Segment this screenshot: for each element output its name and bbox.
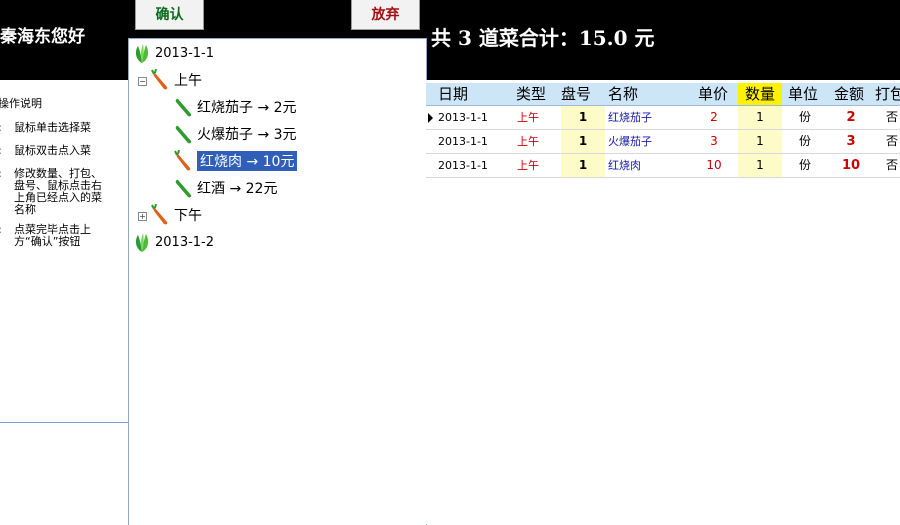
cell-type: 上午 [517,159,539,172]
grid-header: 日期 类型 盘号 名称 单价 数量 单位 金额 打包 [426,83,900,106]
cell-unit: 份 [799,134,812,148]
divider [0,422,128,423]
cell-amount: 2 [846,110,856,125]
dish-label: 红烧肉 → 10元 [195,150,299,172]
col-header-name[interactable]: 名称 [608,83,638,105]
collapse-icon[interactable]: − [138,77,147,86]
tree-node-dish-selected[interactable]: 红烧肉 → 10元 [174,150,299,172]
cell-type: 上午 [517,111,539,124]
col-header-amount[interactable]: 金额 [834,83,864,105]
tree-node-session-pm[interactable]: 下午 [151,204,202,226]
cell-plate[interactable]: 1 [561,154,605,177]
tree-node-date[interactable]: 2013-1-2 [132,231,214,253]
cell-pack[interactable]: 否 [886,130,898,153]
carrot-icon [151,69,171,91]
cucumber-icon [174,96,194,118]
cell-price: 10 [706,158,722,172]
cell-unit: 份 [799,158,812,172]
col-header-plate[interactable]: 盘号 [561,83,591,105]
tree-node-label: 2013-1-1 [155,45,215,61]
cell-plate[interactable]: 1 [561,130,605,153]
col-header-qty[interactable]: 数量 [738,83,782,105]
tree-node-dish[interactable]: 红酒 → 22元 [174,177,277,199]
vegetable-icon [132,231,152,253]
dish-label: 红酒 → 22元 [197,181,278,197]
cell-price: 3 [710,134,718,148]
cucumber-icon [174,177,194,199]
help-panel: 操作说明 : 鼠标单击选择菜 : 鼠标双击点入菜 : 修改数量、打包、盘号、鼠标… [0,80,128,524]
cell-unit: 份 [799,110,812,124]
help-item: : 鼠标单击选择菜 [0,121,91,134]
cell-amount: 10 [841,158,861,173]
help-item: : 鼠标双击点入菜 [0,144,91,157]
carrot-icon [151,204,171,226]
cell-name[interactable]: 红烧肉 [608,154,641,177]
cell-name[interactable]: 红烧茄子 [608,106,652,129]
dish-label: 火爆茄子 → 3元 [197,127,297,143]
cell-date: 2013-1-1 [438,111,488,124]
user-greeting: 秦海东您好 [0,27,85,47]
cell-qty[interactable]: 1 [738,106,782,129]
confirm-button[interactable]: 确认 [135,0,204,30]
tree-node-session-am[interactable]: 上午 [151,69,202,91]
cell-type: 上午 [517,135,539,148]
col-header-date[interactable]: 日期 [438,83,468,105]
carrot-icon [174,150,194,172]
col-header-unit[interactable]: 单位 [788,83,818,105]
cell-qty[interactable]: 1 [738,130,782,153]
expand-icon[interactable]: + [138,212,147,221]
cucumber-icon [174,123,194,145]
cell-price: 2 [710,110,718,124]
col-header-type[interactable]: 类型 [516,83,546,105]
cell-amount: 3 [846,134,856,149]
tree-node-label: 下午 [174,208,202,224]
order-grid[interactable]: 日期 类型 盘号 名称 单价 数量 单位 金额 打包 2013-1-1 上午 1… [426,80,900,524]
cell-qty[interactable]: 1 [738,154,782,177]
table-row[interactable]: 2013-1-1 上午 1 红烧肉 10 1 份 10 否 [426,154,900,178]
vegetable-icon [132,42,152,64]
dish-label: 红烧茄子 → 2元 [197,100,297,116]
col-header-pack[interactable]: 打包 [875,83,900,105]
order-summary: 共 3 道菜合计：15.0 元 [431,26,655,50]
tree-node-date[interactable]: 2013-1-1 [132,42,214,64]
help-item: : 点菜完毕点击上方“确认”按钮 [0,223,91,248]
discard-button[interactable]: 放弃 [351,0,420,30]
tree-node-dish[interactable]: 火爆茄子 → 3元 [174,123,297,145]
cell-date: 2013-1-1 [438,135,488,148]
cell-plate[interactable]: 1 [561,106,605,129]
table-row[interactable]: 2013-1-1 上午 1 火爆茄子 3 1 份 3 否 [426,130,900,154]
tree-node-dish[interactable]: 红烧茄子 → 2元 [174,96,297,118]
help-title: 操作说明 [0,97,42,110]
tree-node-label: 2013-1-2 [155,234,215,250]
col-header-price[interactable]: 单价 [698,83,728,105]
help-item: : 修改数量、打包、盘号、鼠标点击右上角已经点入的菜名称 [0,167,102,216]
cell-name[interactable]: 火爆茄子 [608,130,652,153]
table-row[interactable]: 2013-1-1 上午 1 红烧茄子 2 1 份 2 否 [426,106,900,130]
tree-node-label: 上午 [174,73,202,89]
current-row-indicator-icon [428,113,433,123]
cell-date: 2013-1-1 [438,159,488,172]
cell-pack[interactable]: 否 [886,106,898,129]
menu-tree[interactable]: 2013-1-1 − 上午 红烧茄子 → 2元 火爆茄子 → 3元 红烧肉 → … [128,38,427,525]
cell-pack[interactable]: 否 [886,154,898,177]
